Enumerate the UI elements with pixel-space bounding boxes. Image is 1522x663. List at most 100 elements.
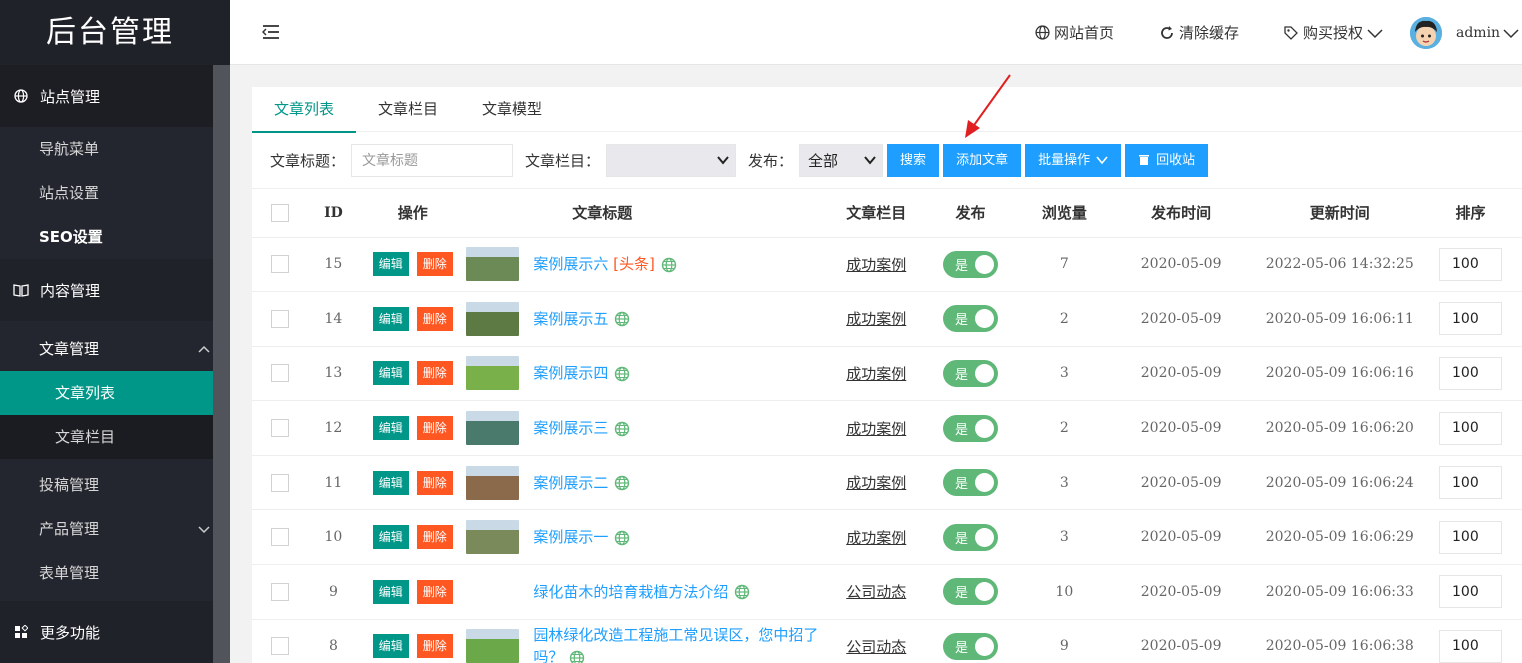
publish-toggle[interactable]: 是 <box>943 578 999 606</box>
fold-menu-icon[interactable] <box>261 24 280 44</box>
globe-icon[interactable] <box>614 421 630 437</box>
add-article-button[interactable]: 添加文章 <box>943 143 1022 177</box>
sidebar-scrollbar[interactable] <box>213 65 230 663</box>
article-title-link[interactable]: 案例展示三 <box>533 417 630 439</box>
category-select[interactable] <box>606 143 737 177</box>
edit-button[interactable]: 编辑 <box>372 634 409 659</box>
publish-toggle[interactable]: 是 <box>943 359 999 387</box>
select-all-checkbox[interactable] <box>270 204 289 222</box>
toggle-label: 是 <box>955 367 969 383</box>
publish-toggle[interactable]: 是 <box>943 414 999 442</box>
sidebar-item-article[interactable]: 文章管理 <box>0 327 213 371</box>
sort-input[interactable]: 100 <box>1439 575 1503 609</box>
article-title-link[interactable]: 案例展示二 <box>533 472 630 494</box>
sort-input[interactable]: 100 <box>1439 302 1503 336</box>
edit-button[interactable]: 编辑 <box>372 306 409 331</box>
avatar[interactable] <box>1410 17 1442 49</box>
category-link[interactable]: 成功案例 <box>846 310 906 328</box>
sidebar-item-article-list[interactable]: 文章列表 <box>0 371 213 415</box>
edit-button[interactable]: 编辑 <box>372 470 409 495</box>
sort-input[interactable]: 100 <box>1439 247 1503 281</box>
article-title-link[interactable]: 园林绿化改造工程施工常见误区，您中招了吗？ <box>533 624 838 663</box>
publish-toggle[interactable]: 是 <box>943 250 999 278</box>
publish-toggle[interactable]: 是 <box>943 523 999 551</box>
category-link[interactable]: 成功案例 <box>846 256 906 274</box>
globe-icon[interactable] <box>661 257 677 273</box>
globe-icon[interactable] <box>734 584 750 600</box>
row-category: 成功案例 <box>838 237 915 293</box>
globe-icon[interactable] <box>614 530 630 546</box>
sort-input[interactable]: 100 <box>1439 356 1503 390</box>
delete-button[interactable]: 删除 <box>416 470 453 495</box>
delete-button[interactable]: 删除 <box>416 579 453 604</box>
edit-button[interactable]: 编辑 <box>372 361 409 386</box>
edit-button[interactable]: 编辑 <box>372 525 409 550</box>
article-title-link[interactable]: 案例展示六 [头条] <box>533 253 677 275</box>
globe-icon[interactable] <box>569 650 585 663</box>
site-home-link[interactable]: 网站首页 <box>1035 22 1114 43</box>
publish-toggle[interactable]: 是 <box>943 469 999 497</box>
row-checkbox[interactable] <box>270 528 289 547</box>
edit-button[interactable]: 编辑 <box>372 416 409 441</box>
delete-button[interactable]: 删除 <box>416 306 453 331</box>
publish-select[interactable]: 全部 <box>799 143 884 177</box>
sidebar-item-article-category[interactable]: 文章栏目 <box>0 415 213 459</box>
sidebar-item-site-settings[interactable]: 站点设置 <box>0 171 213 215</box>
recycle-bin-button[interactable]: 回收站 <box>1125 143 1209 177</box>
globe-icon[interactable] <box>614 311 630 327</box>
delete-button[interactable]: 删除 <box>416 525 453 550</box>
sidebar-group-more[interactable]: 更多功能 <box>0 601 213 663</box>
sort-input[interactable]: 100 <box>1439 629 1503 663</box>
sidebar-group-site[interactable]: 站点管理 <box>0 65 213 127</box>
article-title-link[interactable]: 案例展示一 <box>533 526 630 548</box>
tab-article-model[interactable]: 文章模型 <box>460 87 564 132</box>
sort-input[interactable]: 100 <box>1439 520 1503 554</box>
tab-article-category[interactable]: 文章栏目 <box>356 87 460 132</box>
globe-icon[interactable] <box>614 366 630 382</box>
row-checkbox[interactable] <box>270 473 289 492</box>
category-link[interactable]: 成功案例 <box>846 420 906 438</box>
sidebar-item-label: 文章管理 <box>39 340 100 358</box>
sort-input[interactable]: 100 <box>1439 466 1503 500</box>
globe-icon[interactable] <box>614 475 630 491</box>
article-title-link[interactable]: 案例展示四 <box>533 362 630 384</box>
publish-toggle[interactable]: 是 <box>943 632 999 660</box>
clear-cache-link[interactable]: 清除缓存 <box>1159 22 1239 43</box>
buy-license-dropdown[interactable]: 购买授权 <box>1283 22 1383 43</box>
edit-button[interactable]: 编辑 <box>372 252 409 277</box>
row-checkbox[interactable] <box>270 637 289 656</box>
category-link[interactable]: 公司动态 <box>846 583 906 601</box>
row-checkbox[interactable] <box>270 364 289 383</box>
delete-button[interactable]: 删除 <box>416 361 453 386</box>
edit-button[interactable]: 编辑 <box>372 579 409 604</box>
row-checkbox[interactable] <box>270 255 289 274</box>
title-search-input[interactable]: 文章标题 <box>351 143 514 177</box>
delete-button[interactable]: 删除 <box>416 416 453 441</box>
delete-button[interactable]: 删除 <box>416 634 453 659</box>
row-checkbox[interactable] <box>270 419 289 438</box>
sidebar-item-form[interactable]: 表单管理 <box>0 551 213 601</box>
sidebar-item-product[interactable]: 产品管理 <box>0 507 213 551</box>
row-checkbox[interactable] <box>270 582 289 601</box>
sort-input[interactable]: 100 <box>1439 411 1503 445</box>
category-link[interactable]: 成功案例 <box>846 474 906 492</box>
sidebar-item-submission[interactable]: 投稿管理 <box>0 463 213 507</box>
row-publish-time: 2020-05-09 <box>1101 400 1261 456</box>
row-actions: 编辑 删除 <box>359 400 467 456</box>
category-link[interactable]: 成功案例 <box>846 529 906 547</box>
article-title-link[interactable]: 绿化苗木的培育栽植方法介绍 <box>533 581 750 603</box>
category-link[interactable]: 公司动态 <box>846 638 906 656</box>
user-menu[interactable]: admin <box>1456 25 1519 41</box>
delete-button[interactable]: 删除 <box>416 252 453 277</box>
toggle-label: 是 <box>955 422 969 438</box>
tab-article-list[interactable]: 文章列表 <box>252 87 357 133</box>
publish-toggle[interactable]: 是 <box>943 305 999 333</box>
search-button[interactable]: 搜索 <box>887 143 940 177</box>
article-title-link[interactable]: 案例展示五 <box>533 308 630 330</box>
row-checkbox[interactable] <box>270 309 289 328</box>
sidebar-item-seo[interactable]: SEO设置 <box>0 215 213 259</box>
sidebar-item-nav-menu[interactable]: 导航菜单 <box>0 127 213 171</box>
category-link[interactable]: 成功案例 <box>846 365 906 383</box>
sidebar-group-content[interactable]: 内容管理 <box>0 259 213 321</box>
batch-operation-button[interactable]: 批量操作 <box>1025 143 1122 177</box>
